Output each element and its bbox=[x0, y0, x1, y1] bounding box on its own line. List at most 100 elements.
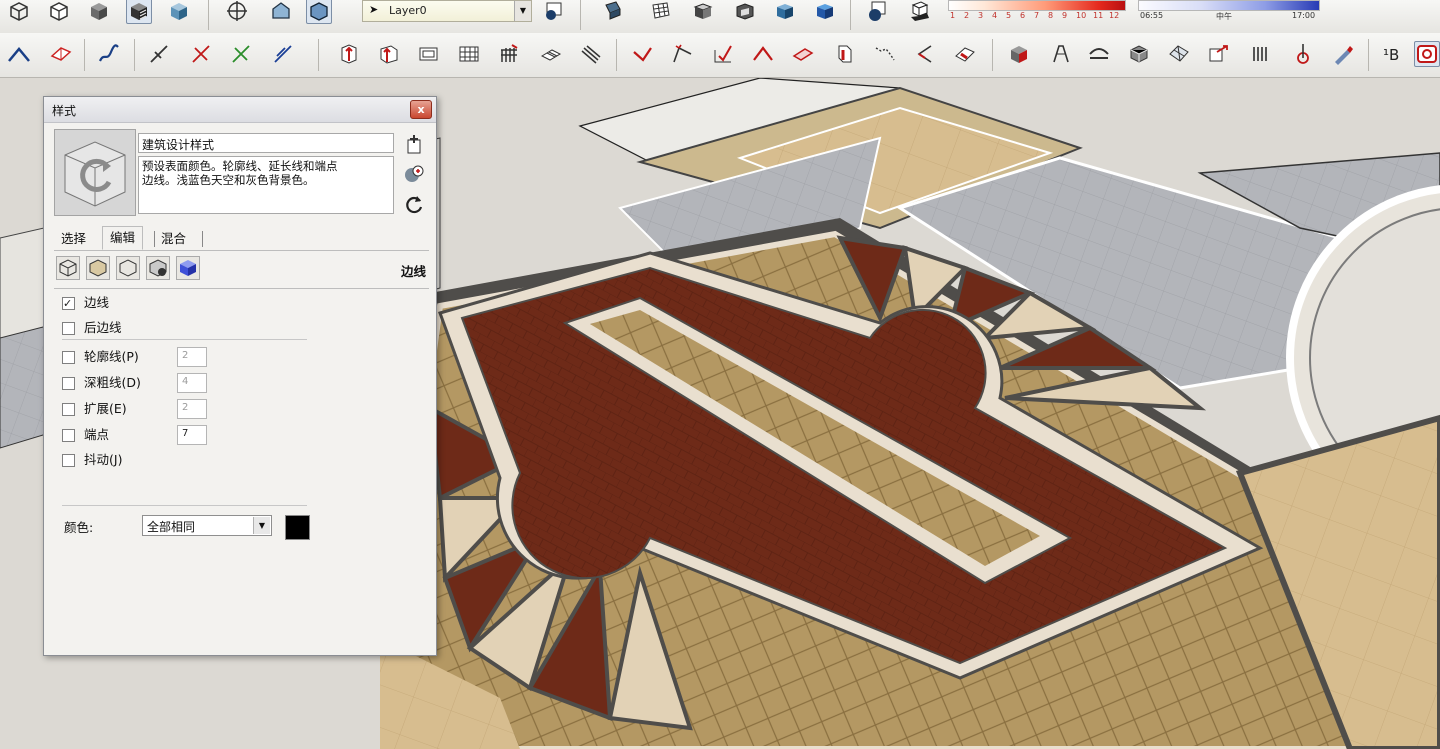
divider bbox=[62, 339, 307, 340]
pin-tool-button[interactable] bbox=[1290, 41, 1316, 67]
axis-blue-button[interactable] bbox=[270, 41, 296, 67]
edge-settings-button[interactable] bbox=[56, 256, 80, 280]
shaded-style-button[interactable] bbox=[86, 0, 112, 24]
solid-tool-button[interactable] bbox=[1006, 41, 1032, 67]
monochrome-style-button[interactable] bbox=[166, 0, 192, 24]
month-tick: 2 bbox=[964, 11, 970, 20]
hidden-line-style-button[interactable] bbox=[46, 0, 72, 24]
iso-view-button[interactable] bbox=[268, 0, 294, 24]
extrude-button[interactable] bbox=[376, 41, 402, 67]
chamfer-button[interactable] bbox=[670, 41, 696, 67]
shell-tool-button[interactable] bbox=[1126, 41, 1152, 67]
refresh-button[interactable] bbox=[403, 193, 425, 215]
freehand-icon bbox=[98, 44, 119, 62]
line-tool-button[interactable] bbox=[6, 41, 32, 67]
shaded-textures-style-button[interactable] bbox=[126, 0, 152, 24]
panel-tool-button[interactable] bbox=[1166, 41, 1192, 67]
slice-tool-button[interactable] bbox=[578, 41, 604, 67]
back-edges-checkbox[interactable] bbox=[62, 322, 75, 335]
shadow-time-slider[interactable]: 06:55 中午 17:00 bbox=[1138, 0, 1323, 30]
tab-mix[interactable]: 混合 bbox=[154, 228, 193, 250]
eraser-tool-button[interactable] bbox=[48, 41, 74, 67]
transform-tool-button[interactable] bbox=[1206, 41, 1232, 67]
month-tick: 9 bbox=[1062, 11, 1068, 20]
hidden-line-cube-icon bbox=[50, 2, 68, 21]
jitter-checkbox[interactable] bbox=[62, 454, 75, 467]
fence-tool-button[interactable] bbox=[496, 41, 522, 67]
top-view-button[interactable] bbox=[306, 0, 332, 24]
layer-manager-button[interactable] bbox=[540, 0, 566, 24]
curve-tool-button[interactable] bbox=[872, 41, 898, 67]
update-style-button[interactable] bbox=[403, 163, 425, 185]
background-icon bbox=[119, 259, 137, 277]
edge-color-dropdown[interactable]: 全部相同 ▼ bbox=[142, 515, 272, 536]
offset-button[interactable] bbox=[416, 41, 442, 67]
close-button[interactable]: x bbox=[410, 100, 432, 119]
layer-dropdown[interactable]: ➤ Layer0 ▼ bbox=[362, 0, 532, 22]
section-cut-button[interactable] bbox=[732, 0, 758, 24]
weld-tool-button[interactable] bbox=[912, 41, 938, 67]
grid-toggle-button[interactable] bbox=[648, 0, 674, 24]
group-button[interactable] bbox=[812, 0, 838, 24]
style-description-field[interactable]: 预设表面颜色。轮廓线、延长线和端点 边线。浅蓝色天空和灰色背景色。 bbox=[138, 156, 394, 214]
component-button[interactable] bbox=[772, 0, 798, 24]
check-edges-button[interactable] bbox=[710, 41, 736, 67]
watermark-settings-button[interactable] bbox=[146, 256, 170, 280]
truss-icon bbox=[1053, 45, 1069, 63]
fillet-button[interactable] bbox=[630, 41, 656, 67]
extension-length-field[interactable]: 2 bbox=[177, 399, 207, 419]
axis-x-button[interactable] bbox=[146, 41, 172, 67]
axis-y-button[interactable] bbox=[188, 41, 214, 67]
position-camera-button[interactable] bbox=[224, 0, 250, 24]
shadow-toggle-button[interactable] bbox=[690, 0, 716, 24]
pen-tool-button[interactable] bbox=[1330, 41, 1356, 67]
display-shadows-button[interactable] bbox=[906, 0, 932, 24]
grid-tool-button[interactable] bbox=[456, 41, 482, 67]
endpoints-length-field[interactable]: 7 bbox=[177, 425, 207, 445]
time-noon-label: 中午 bbox=[1216, 12, 1232, 21]
wireframe-style-button[interactable] bbox=[6, 0, 32, 24]
axis-z-button[interactable] bbox=[228, 41, 254, 67]
endpoints-label: 端点 bbox=[84, 427, 110, 442]
grid-tool-icon bbox=[459, 46, 479, 62]
edge-color-swatch[interactable] bbox=[285, 515, 310, 540]
modeling-settings-button[interactable] bbox=[176, 256, 200, 280]
style-name-field[interactable]: 建筑设计样式 bbox=[138, 133, 394, 153]
dialog-titlebar[interactable]: 样式 x bbox=[44, 97, 436, 123]
plane-tool-button[interactable] bbox=[790, 41, 816, 67]
chevron-down-icon[interactable]: ▼ bbox=[253, 517, 270, 534]
depth-cue-checkbox[interactable] bbox=[62, 377, 75, 390]
endpoints-checkbox[interactable] bbox=[62, 429, 75, 442]
month-gradient-bar[interactable] bbox=[948, 0, 1126, 11]
array-tool-button[interactable] bbox=[1248, 41, 1274, 67]
month-tick: 3 bbox=[978, 11, 984, 20]
profiles-checkbox[interactable] bbox=[62, 351, 75, 364]
styles-dialog[interactable]: 样式 x 建筑设计样式 预设表面颜色。轮廓线、延长线和端点 边线。浅蓝色天空和灰… bbox=[43, 96, 437, 656]
face-settings-button[interactable] bbox=[86, 256, 110, 280]
edges-checkbox[interactable] bbox=[62, 294, 75, 314]
shadow-settings-button[interactable] bbox=[864, 0, 890, 24]
month-tick: 1 bbox=[950, 11, 956, 20]
create-style-button[interactable] bbox=[403, 133, 425, 155]
chevron-down-icon[interactable]: ▼ bbox=[514, 1, 531, 21]
roof-tool-button[interactable] bbox=[750, 41, 776, 67]
stairs-tool-button[interactable] bbox=[538, 41, 564, 67]
intersect-button[interactable] bbox=[600, 0, 626, 24]
tab-edit[interactable]: 编辑 bbox=[102, 226, 144, 250]
time-gradient-bar[interactable] bbox=[1138, 0, 1320, 11]
arch-tool-button[interactable] bbox=[1086, 41, 1112, 67]
face-tool-button[interactable] bbox=[952, 41, 978, 67]
tab-select[interactable]: 选择 bbox=[54, 228, 93, 250]
ruby-console-button[interactable] bbox=[1414, 41, 1440, 67]
background-settings-button[interactable] bbox=[116, 256, 140, 280]
style-thumbnail[interactable] bbox=[54, 129, 136, 216]
shadow-month-slider[interactable]: 1 2 3 4 5 6 7 8 9 10 11 12 bbox=[948, 0, 1128, 30]
profiles-width-field[interactable]: 2 bbox=[177, 347, 207, 367]
depth-cue-width-field[interactable]: 4 bbox=[177, 373, 207, 393]
bend-tool-button[interactable] bbox=[832, 41, 858, 67]
numbering-button[interactable]: ¹B bbox=[1380, 41, 1406, 67]
extension-checkbox[interactable] bbox=[62, 403, 75, 416]
freehand-tool-button[interactable] bbox=[96, 41, 122, 67]
push-pull-button[interactable] bbox=[336, 41, 362, 67]
truss-tool-button[interactable] bbox=[1048, 41, 1074, 67]
